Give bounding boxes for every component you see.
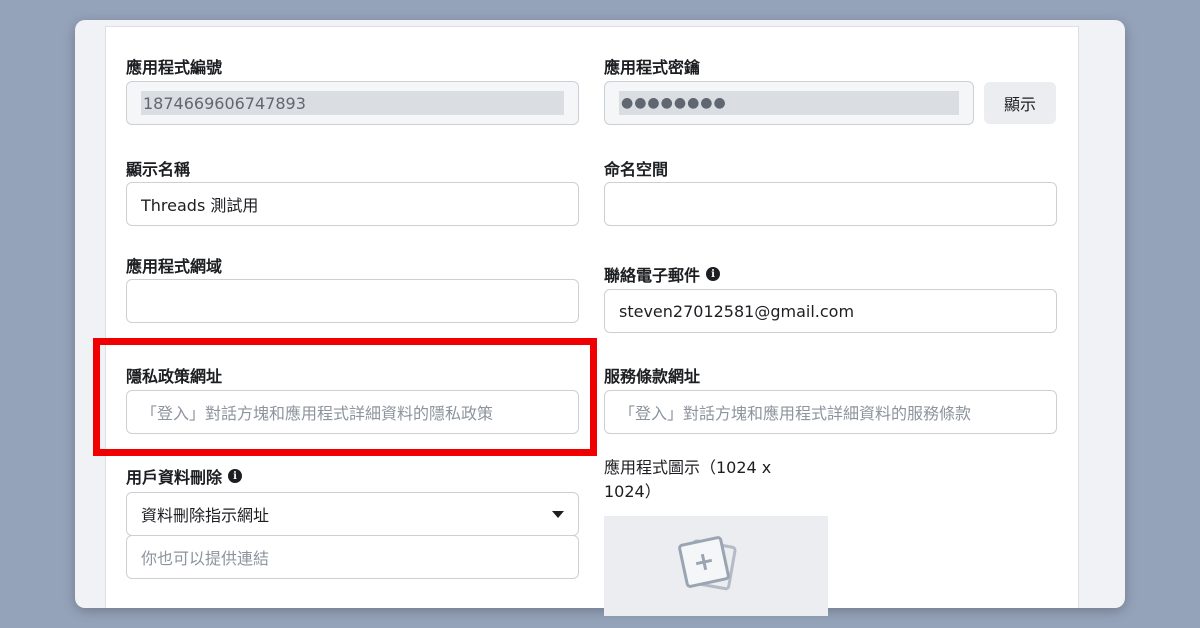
contact-email-input[interactable]: steven27012581@gmail.com xyxy=(604,289,1057,333)
app-id-label: 應用程式編號 xyxy=(126,58,223,77)
caret-down-icon xyxy=(552,510,564,518)
data-deletion-link-placeholder: 你也可以提供連結 xyxy=(141,549,270,568)
app-id-field[interactable]: 1874669606747893 xyxy=(126,81,579,125)
app-secret-field[interactable]: ●●●●●●●● xyxy=(604,81,974,125)
data-deletion-select-value: 資料刪除指示網址 xyxy=(141,506,270,525)
app-icon-label: 應用程式圖示（1024 x 1024） xyxy=(604,458,772,501)
display-name-label: 顯示名稱 xyxy=(126,160,191,179)
show-secret-button[interactable]: 顯示 xyxy=(984,82,1056,124)
namespace-input[interactable] xyxy=(604,182,1057,226)
app-domains-input[interactable] xyxy=(126,279,579,323)
app-domains-label: 應用程式網域 xyxy=(126,257,223,276)
contact-email-label: 聯絡電子郵件 xyxy=(604,266,701,285)
privacy-policy-highlight-box xyxy=(93,338,597,456)
namespace-label: 命名空間 xyxy=(604,160,669,179)
contact-email-label-row: 聯絡電子郵件 i xyxy=(604,262,721,286)
info-icon[interactable]: i xyxy=(228,469,243,483)
terms-of-service-placeholder: 「登入」對話方塊和應用程式詳細資料的服務條款 xyxy=(619,404,972,423)
data-deletion-link-input[interactable]: 你也可以提供連結 xyxy=(126,535,579,579)
contact-email-value: steven27012581@gmail.com xyxy=(619,301,855,321)
display-name-value: Threads 測試用 xyxy=(141,196,259,215)
app-secret-value: ●●●●●●●● xyxy=(621,95,727,111)
data-deletion-select[interactable]: 資料刪除指示網址 xyxy=(126,492,579,536)
app-icon-upload[interactable] xyxy=(604,516,828,616)
display-name-input[interactable]: Threads 測試用 xyxy=(126,182,579,226)
terms-of-service-label: 服務條款網址 xyxy=(604,367,701,386)
app-secret-label: 應用程式密鑰 xyxy=(604,58,701,77)
add-image-icon xyxy=(678,536,737,591)
app-secret-value-wrap: ●●●●●●●● xyxy=(619,91,959,115)
data-deletion-label: 用戶資料刪除 xyxy=(126,468,223,487)
info-icon[interactable]: i xyxy=(706,267,721,281)
app-id-value: 1874669606747893 xyxy=(141,91,564,115)
terms-of-service-input[interactable]: 「登入」對話方塊和應用程式詳細資料的服務條款 xyxy=(604,390,1057,434)
data-deletion-label-row: 用戶資料刪除 i xyxy=(126,464,243,488)
